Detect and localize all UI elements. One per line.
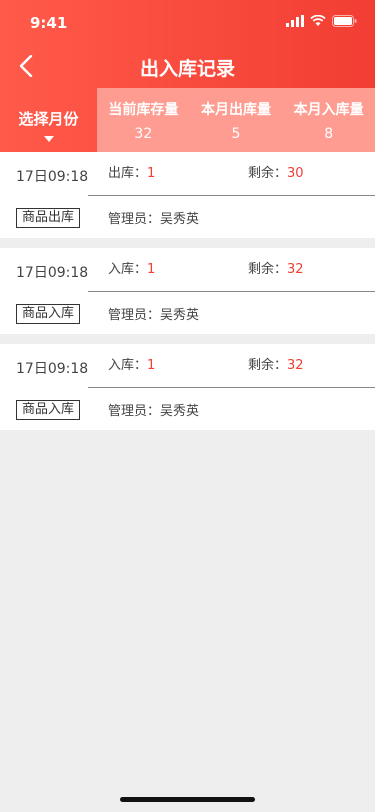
record-manager: 管理员：吴秀英: [108, 304, 199, 323]
record-manager: 管理员：吴秀英: [108, 208, 199, 227]
wifi-icon: [310, 15, 326, 26]
record-manager-label: 管理员：: [108, 308, 161, 323]
status-icons: [286, 15, 357, 27]
month-select-button[interactable]: 选择月份: [0, 88, 97, 152]
battery-icon: [332, 15, 357, 27]
record-item[interactable]: 17日09:18 商品出库 出库：1 剩余：30 管理员：吴秀英: [0, 152, 375, 238]
record-remain-value: 30: [287, 166, 304, 181]
record-qty-label: 入库：: [108, 358, 148, 373]
record-qty: 入库：1: [108, 258, 155, 277]
caret-down-icon: [43, 136, 54, 142]
stat-current-stock: 当前库存量 32: [97, 88, 190, 152]
record-qty: 入库：1: [108, 354, 155, 373]
record-manager-name: 吴秀英: [160, 308, 200, 323]
record-list: 17日09:18 商品出库 出库：1 剩余：30 管理员：吴秀英 17日09:1…: [0, 152, 375, 440]
stat-label: 本月出库量: [201, 102, 271, 118]
record-qty-value: 1: [147, 358, 156, 373]
month-select-label: 选择月份: [18, 110, 79, 128]
record-manager-name: 吴秀英: [160, 404, 200, 419]
divider: [88, 291, 375, 292]
record-item[interactable]: 17日09:18 商品入库 入库：1 剩余：32 管理员：吴秀英: [0, 248, 375, 334]
record-manager: 管理员：吴秀英: [108, 400, 199, 419]
record-item[interactable]: 17日09:18 商品入库 入库：1 剩余：32 管理员：吴秀英: [0, 344, 375, 430]
page-title: 出入库记录: [139, 58, 235, 80]
divider: [88, 195, 375, 196]
record-manager-name: 吴秀英: [160, 212, 200, 227]
divider: [88, 387, 375, 388]
record-qty-label: 入库：: [108, 262, 148, 277]
header: 9:41 出入库记录 选择月份 当前库存量 32 本月出库量 5 本月入库量 8: [0, 0, 375, 152]
record-remain: 剩余：32: [248, 258, 304, 277]
status-bar: 9:41: [0, 0, 375, 44]
stat-label: 当前库存量: [108, 102, 179, 118]
stat-month-in: 本月入库量 8: [282, 88, 375, 152]
record-qty-value: 1: [147, 262, 156, 277]
record-remain-label: 剩余：: [248, 358, 288, 373]
record-type-tag: 商品出库: [16, 208, 81, 228]
stat-value: 8: [324, 126, 334, 142]
nav-bar: 出入库记录: [0, 44, 375, 88]
stats-panel: 当前库存量 32 本月出库量 5 本月入库量 8: [97, 88, 375, 152]
record-qty-label: 出库：: [108, 166, 148, 181]
stat-value: 32: [134, 126, 153, 142]
record-remain-value: 32: [287, 262, 304, 277]
record-manager-label: 管理员：: [108, 404, 161, 419]
record-qty: 出库：1: [108, 162, 155, 181]
record-type-tag: 商品入库: [16, 400, 81, 420]
status-time: 9:41: [30, 14, 68, 32]
record-remain-label: 剩余：: [248, 262, 288, 277]
home-indicator: [120, 797, 255, 802]
record-date: 17日09:18: [16, 265, 89, 281]
record-qty-value: 1: [147, 166, 156, 181]
stat-label: 本月入库量: [293, 102, 364, 118]
record-date: 17日09:18: [16, 361, 89, 377]
signal-icon: [286, 15, 304, 27]
record-remain: 剩余：30: [248, 162, 304, 181]
stat-value: 5: [231, 126, 241, 142]
record-date: 17日09:18: [16, 169, 89, 185]
stat-month-out: 本月出库量 5: [190, 88, 283, 152]
record-remain: 剩余：32: [248, 354, 304, 373]
record-remain-value: 32: [287, 358, 304, 373]
record-type-tag: 商品入库: [16, 304, 81, 324]
record-manager-label: 管理员：: [108, 212, 161, 227]
record-remain-label: 剩余：: [248, 166, 288, 181]
